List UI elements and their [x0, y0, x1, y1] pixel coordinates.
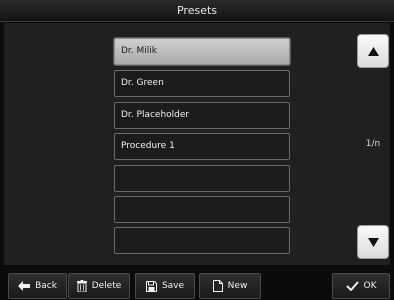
checkmark-icon: [345, 281, 359, 291]
delete-label: Delete: [91, 281, 122, 291]
preset-item[interactable]: Dr. Green: [114, 70, 290, 97]
presets-screen: Presets Dr. Milik Dr. Green Dr. Placehol…: [0, 0, 394, 300]
delete-button[interactable]: Delete: [68, 273, 130, 299]
preset-item-empty[interactable]: [114, 165, 290, 192]
ok-button[interactable]: OK: [332, 273, 390, 299]
scroll-down-button[interactable]: [357, 225, 389, 259]
new-label: New: [227, 281, 248, 291]
trash-icon: [76, 280, 87, 292]
title-bar: Presets: [0, 0, 394, 22]
triangle-up-icon: [368, 47, 379, 56]
preset-item[interactable]: Dr. Milik: [114, 38, 290, 65]
presets-panel: Dr. Milik Dr. Green Dr. Placeholder Proc…: [4, 23, 390, 265]
preset-item[interactable]: Procedure 1: [114, 133, 290, 160]
document-icon: [212, 280, 223, 292]
arrow-left-icon: [18, 281, 31, 291]
preset-item-empty[interactable]: [114, 227, 290, 254]
save-button[interactable]: Save: [135, 273, 195, 299]
floppy-disk-icon: [145, 280, 157, 292]
new-button[interactable]: New: [199, 273, 261, 299]
save-label: Save: [161, 281, 185, 291]
scroll-up-button[interactable]: [357, 34, 389, 68]
window-title: Presets: [176, 4, 218, 17]
back-button[interactable]: Back: [8, 273, 67, 299]
preset-item-empty[interactable]: [114, 196, 290, 223]
triangle-down-icon: [368, 238, 379, 247]
back-label: Back: [35, 281, 57, 291]
preset-item[interactable]: Dr. Placeholder: [114, 102, 290, 129]
ok-label: OK: [363, 281, 377, 291]
page-indicator: 1/n: [365, 139, 381, 149]
